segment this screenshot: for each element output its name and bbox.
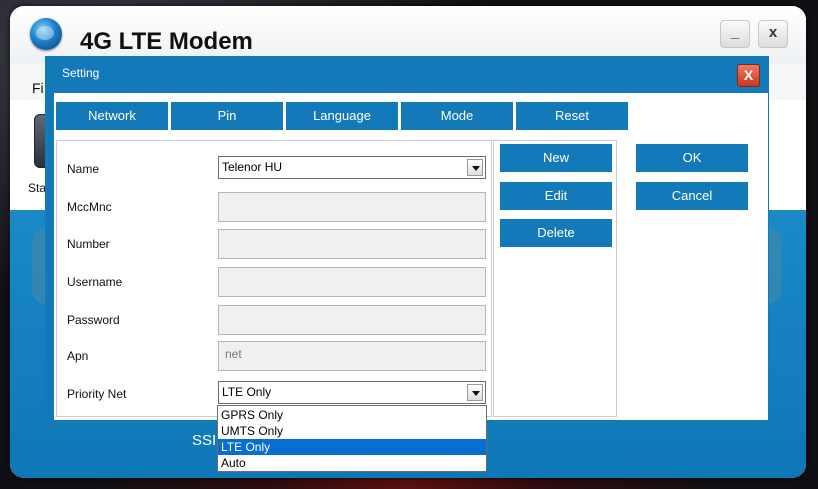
- username-label: Username: [67, 275, 123, 289]
- ok-button[interactable]: OK: [636, 144, 748, 172]
- priority-option-auto[interactable]: Auto: [218, 455, 486, 471]
- priority-net-dropdown: GPRS Only UMTS Only LTE Only Auto: [217, 405, 487, 472]
- status-label: Sta: [28, 181, 47, 195]
- apn-label: Apn: [67, 349, 89, 363]
- tab-pin[interactable]: Pin: [171, 102, 283, 130]
- tab-language[interactable]: Language: [286, 102, 398, 130]
- number-label: Number: [67, 237, 110, 251]
- mccmnc-label: MccMnc: [67, 200, 112, 214]
- priority-net-select-value: LTE Only: [222, 385, 272, 399]
- name-select[interactable]: Telenor HU: [218, 156, 486, 179]
- password-label: Password: [67, 313, 120, 327]
- priority-option-umts[interactable]: UMTS Only: [218, 423, 486, 439]
- edit-button[interactable]: Edit: [500, 182, 612, 210]
- number-field[interactable]: [218, 229, 486, 259]
- username-field[interactable]: [218, 267, 486, 297]
- dialog-close-button[interactable]: X: [737, 64, 760, 87]
- minimize-button[interactable]: _: [720, 20, 750, 48]
- new-button[interactable]: New: [500, 144, 612, 172]
- globe-logo-icon: [30, 18, 62, 50]
- close-app-button[interactable]: x: [758, 20, 788, 48]
- mccmnc-field[interactable]: [218, 192, 486, 222]
- tab-mode[interactable]: Mode: [401, 102, 513, 130]
- name-select-value: Telenor HU: [222, 160, 283, 174]
- menu-file[interactable]: Fi: [32, 80, 44, 96]
- tab-network[interactable]: Network: [56, 102, 168, 130]
- tab-reset[interactable]: Reset: [516, 102, 628, 130]
- name-label: Name: [67, 162, 100, 176]
- app-title: 4G LTE Modem: [80, 28, 253, 55]
- priority-option-lte[interactable]: LTE Only: [218, 439, 486, 455]
- priority-option-gprs[interactable]: GPRS Only: [218, 407, 486, 423]
- priority-net-label: Priority Net: [67, 387, 127, 401]
- apn-field[interactable]: net: [218, 341, 486, 371]
- password-field[interactable]: [218, 305, 486, 335]
- chevron-down-icon[interactable]: [467, 384, 483, 401]
- chevron-down-icon[interactable]: [467, 159, 483, 176]
- priority-net-select[interactable]: LTE Only: [218, 381, 486, 404]
- cancel-button[interactable]: Cancel: [636, 182, 748, 210]
- dialog-title: Setting: [62, 66, 100, 80]
- ssid-label: SSI: [192, 432, 217, 449]
- delete-button[interactable]: Delete: [500, 219, 612, 247]
